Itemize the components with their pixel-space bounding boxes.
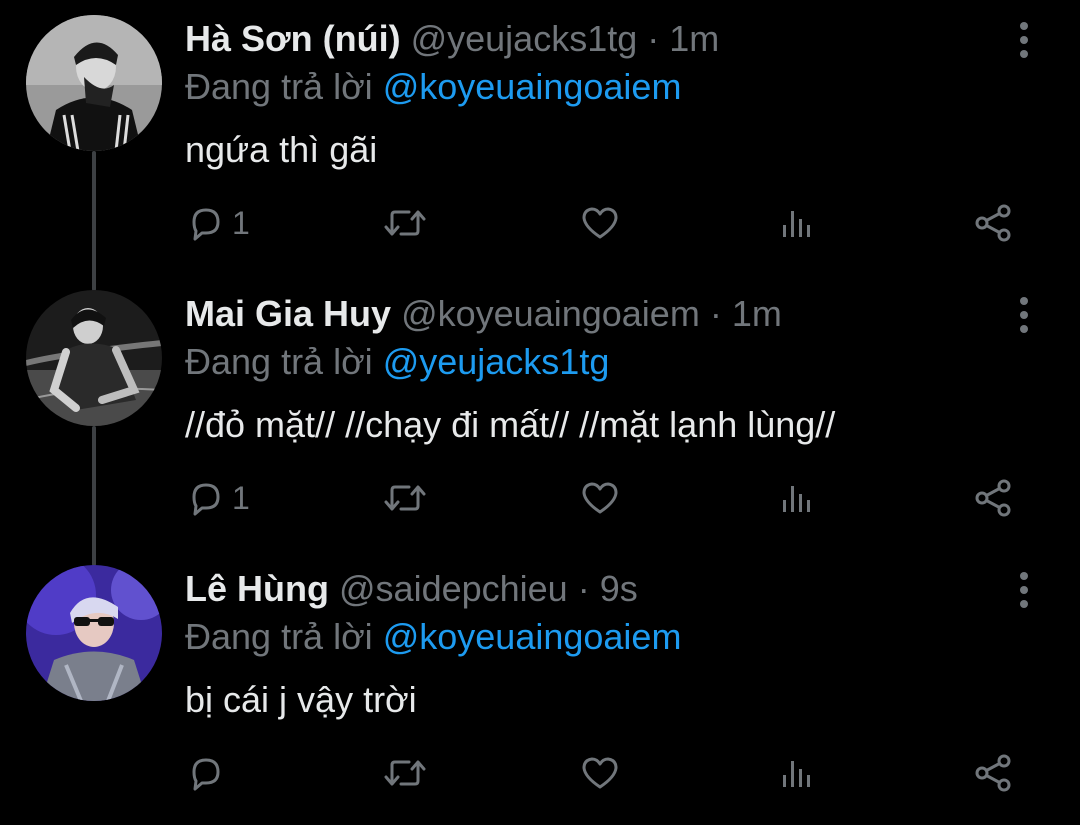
replying-to-link[interactable]: @koyeuaingoaiem [383, 66, 682, 107]
replying-to-link[interactable]: @yeujacks1tg [383, 341, 610, 382]
tweet-actions: 1 [0, 188, 1080, 258]
tweet-actions: 1 [0, 463, 1080, 533]
replying-to-label: Đang trả lời [185, 616, 373, 657]
replying-to: Đang trả lời @koyeuaingoaiem [185, 65, 681, 109]
separator-dot: · [647, 18, 660, 59]
share-button[interactable] [974, 738, 1014, 808]
heart-icon [582, 207, 618, 239]
avatar[interactable] [26, 565, 162, 701]
tweet[interactable]: Mai Gia Huy @koyeuaingoaiem · 1m Đang tr… [0, 275, 1080, 550]
views-button[interactable] [778, 738, 818, 808]
display-name[interactable]: Lê Hùng [185, 568, 329, 609]
reply-count: 1 [232, 480, 250, 516]
heart-icon [582, 757, 618, 789]
user-handle[interactable]: @koyeuaingoaiem [401, 293, 700, 334]
views-button[interactable] [778, 463, 818, 533]
tweet-text: //đỏ mặt// //chạy đi mất// //mặt lạnh lù… [185, 404, 836, 445]
reply-icon [192, 208, 220, 241]
separator-dot: · [577, 568, 590, 609]
tweet[interactable]: Lê Hùng @saidepchieu · 9s Đang trả lời @… [0, 550, 1080, 825]
like-button[interactable] [580, 188, 620, 258]
reply-button[interactable]: 1 [186, 188, 250, 258]
separator-dot: · [709, 293, 722, 334]
retweet-button[interactable] [383, 188, 427, 258]
user-handle[interactable]: @saidepchieu [339, 568, 568, 609]
tweet-header: Lê Hùng @saidepchieu · 9s [185, 567, 638, 611]
replying-to-link[interactable]: @koyeuaingoaiem [383, 616, 682, 657]
views-button[interactable] [778, 188, 818, 258]
timestamp[interactable]: 9s [600, 568, 638, 609]
tweet-text: bị cái j vậy trời [185, 679, 417, 720]
replying-to: Đang trả lời @yeujacks1tg [185, 340, 609, 384]
more-vertical-icon [1020, 572, 1028, 608]
retweet-button[interactable] [383, 738, 427, 808]
share-icon [975, 479, 1011, 517]
tweet-header: Hà Sơn (núi) @yeujacks1tg · 1m [185, 17, 719, 61]
more-options-button[interactable] [1004, 20, 1044, 60]
more-options-button[interactable] [1004, 295, 1044, 335]
replying-to-label: Đang trả lời [185, 341, 373, 382]
bar-chart-icon [783, 211, 810, 237]
like-button[interactable] [580, 463, 620, 533]
reply-icon [192, 758, 220, 791]
like-button[interactable] [580, 738, 620, 808]
retweet-icon [384, 210, 426, 236]
display-name[interactable]: Hà Sơn (núi) [185, 18, 401, 59]
timestamp[interactable]: 1m [669, 18, 719, 59]
tweet-text: ngứa thì gãi [185, 129, 378, 170]
reply-icon [192, 483, 220, 516]
reply-count: 1 [232, 205, 250, 241]
share-button[interactable] [974, 188, 1014, 258]
heart-icon [582, 482, 618, 514]
replying-to-label: Đang trả lời [185, 66, 373, 107]
tweet-header: Mai Gia Huy @koyeuaingoaiem · 1m [185, 292, 782, 336]
more-options-button[interactable] [1004, 570, 1044, 610]
display-name[interactable]: Mai Gia Huy [185, 293, 391, 334]
share-button[interactable] [974, 463, 1014, 533]
retweet-button[interactable] [383, 463, 427, 533]
tweet[interactable]: Hà Sơn (núi) @yeujacks1tg · 1m Đang trả … [0, 0, 1080, 275]
timestamp[interactable]: 1m [732, 293, 782, 334]
reply-button[interactable] [186, 738, 232, 808]
retweet-icon [384, 485, 426, 511]
replying-to: Đang trả lời @koyeuaingoaiem [185, 615, 681, 659]
reply-button[interactable]: 1 [186, 463, 250, 533]
bar-chart-icon [783, 486, 810, 512]
user-handle[interactable]: @yeujacks1tg [411, 18, 638, 59]
avatar[interactable] [26, 15, 162, 151]
tweet-actions [0, 738, 1080, 808]
more-vertical-icon [1020, 297, 1028, 333]
avatar[interactable] [26, 290, 162, 426]
retweet-icon [384, 760, 426, 786]
bar-chart-icon [783, 761, 810, 787]
share-icon [975, 754, 1011, 792]
share-icon [975, 204, 1011, 242]
more-vertical-icon [1020, 22, 1028, 58]
